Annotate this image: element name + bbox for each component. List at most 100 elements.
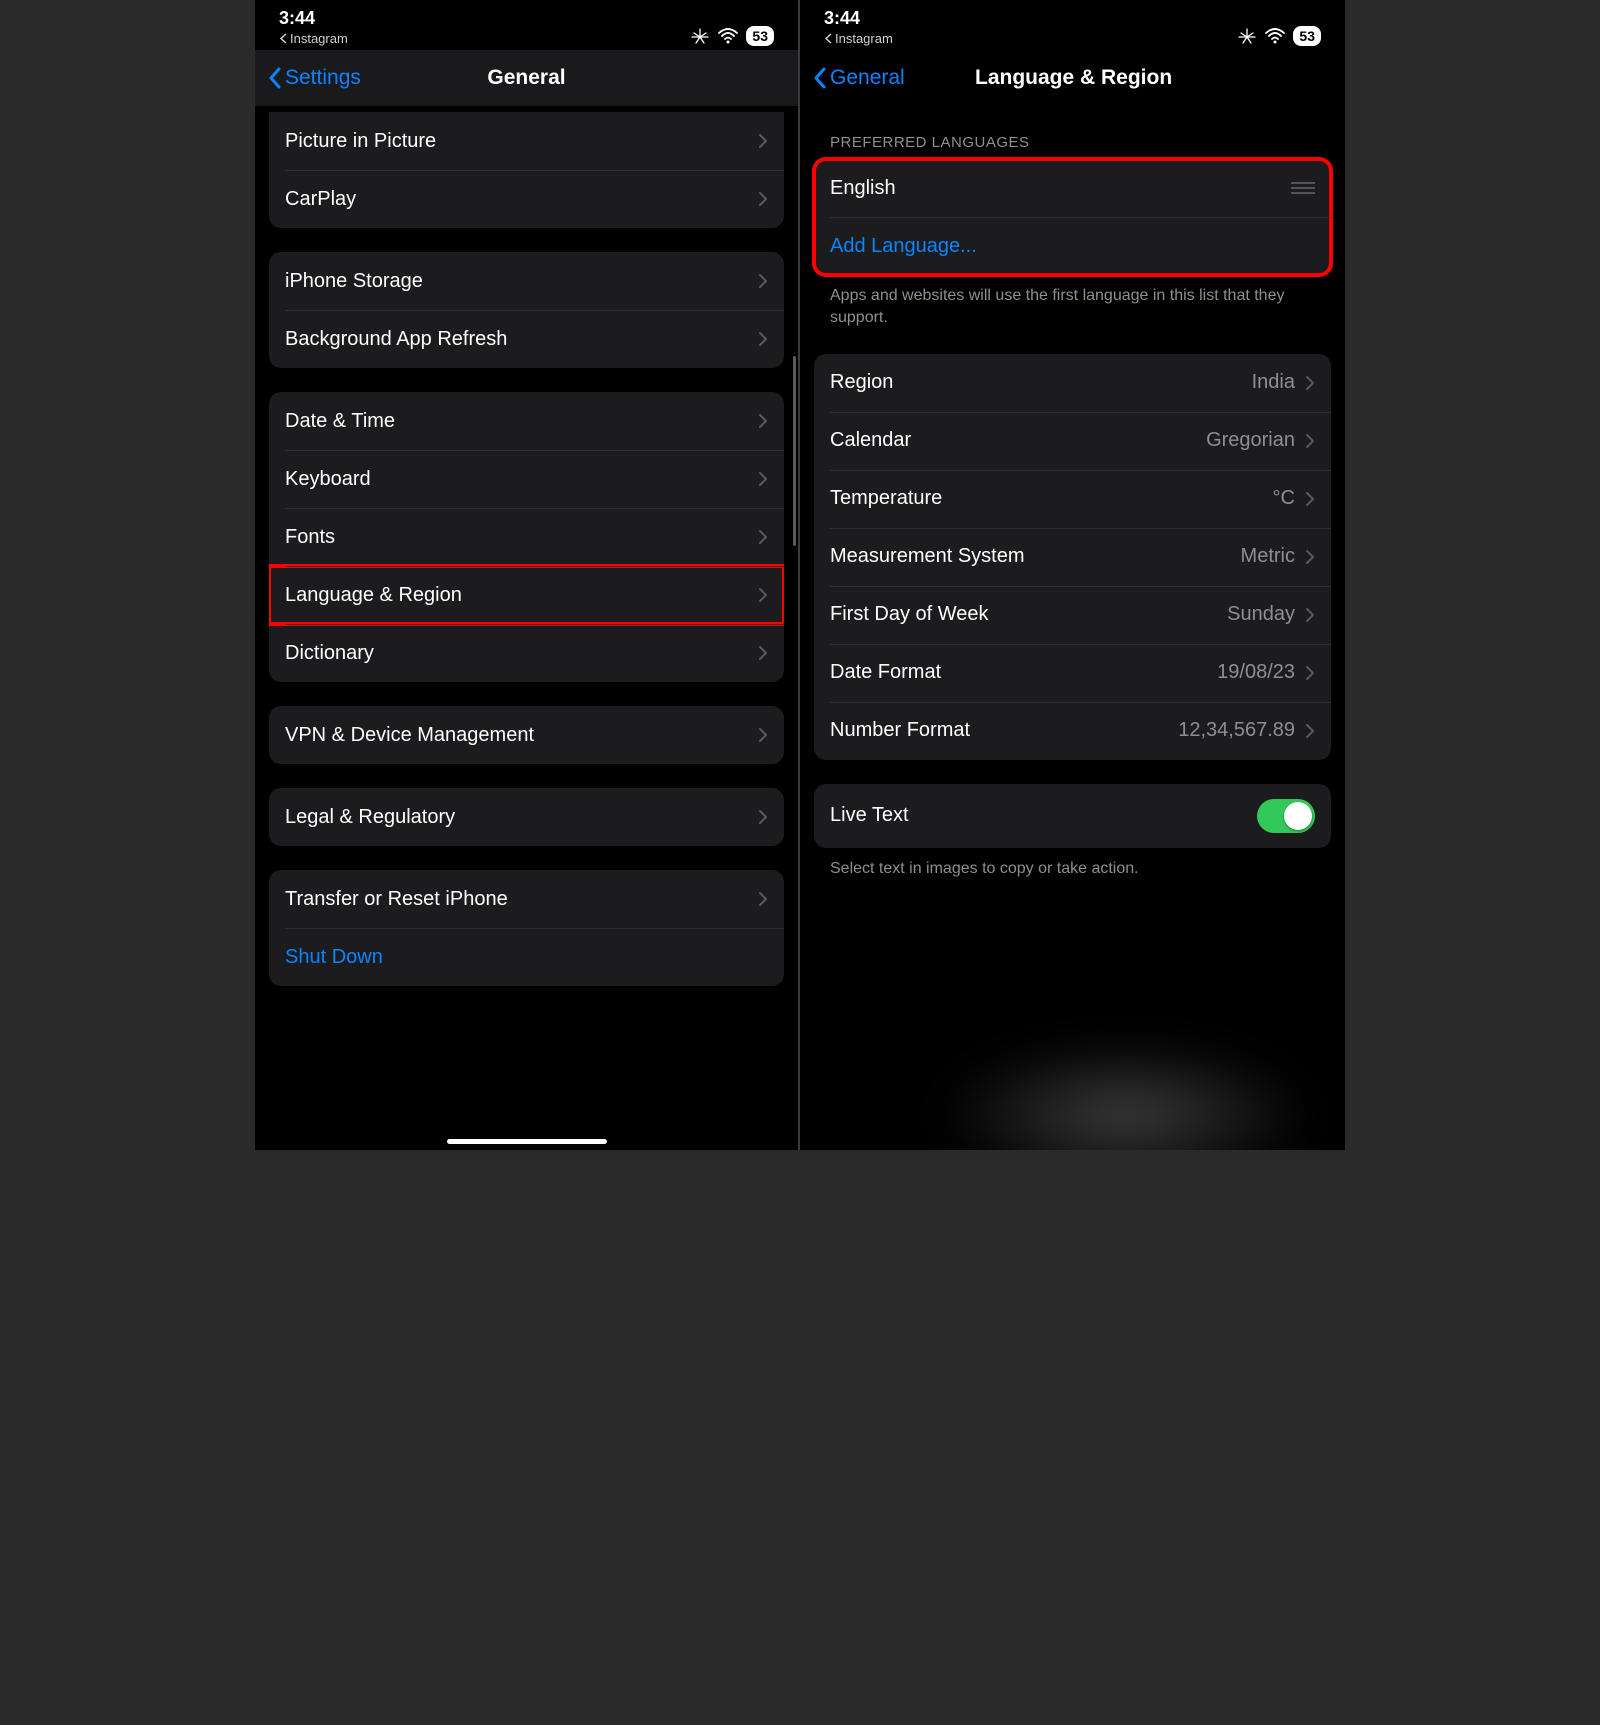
row-label: Date Format	[830, 661, 1217, 684]
row-label: Legal & Regulatory	[285, 806, 758, 829]
live-text-label: Live Text	[830, 804, 1257, 827]
live-text-footer: Select text in images to copy or take ac…	[814, 848, 1331, 880]
chevron-right-icon	[758, 891, 768, 907]
row-label: Background App Refresh	[285, 328, 758, 351]
caret-left-icon	[279, 33, 288, 44]
airplane-mode-icon	[690, 27, 710, 45]
settings-group: Picture in Picture CarPlay	[269, 112, 784, 228]
row-label: Fonts	[285, 526, 758, 549]
region-row-calendar[interactable]: CalendarGregorian	[814, 412, 1331, 470]
back-to-app-instagram[interactable]: Instagram	[279, 31, 348, 46]
settings-row-dictionary[interactable]: Dictionary	[269, 624, 784, 682]
language-region-content: PREFERRED LANGUAGES English Add Language…	[800, 106, 1345, 1150]
chevron-right-icon	[1305, 549, 1315, 565]
chevron-right-icon	[1305, 723, 1315, 739]
caret-left-icon	[824, 33, 833, 44]
settings-row-shut-down[interactable]: Shut Down	[269, 928, 784, 986]
row-label: Transfer or Reset iPhone	[285, 888, 758, 911]
row-label: Dictionary	[285, 642, 758, 665]
row-value: °C	[1273, 487, 1295, 510]
chevron-right-icon	[758, 471, 768, 487]
chevron-right-icon	[758, 587, 768, 603]
region-row-number-format[interactable]: Number Format12,34,567.89	[814, 702, 1331, 760]
nav-bar: Settings General	[255, 50, 798, 106]
row-label: CarPlay	[285, 188, 758, 211]
row-label: Date & Time	[285, 410, 758, 433]
chevron-right-icon	[1305, 607, 1315, 623]
back-button-settings[interactable]: Settings	[267, 66, 361, 90]
settings-row-keyboard[interactable]: Keyboard	[269, 450, 784, 508]
chevron-right-icon	[1305, 665, 1315, 681]
settings-row-language-region[interactable]: Language & Region	[269, 566, 784, 624]
row-label: Shut Down	[285, 946, 768, 969]
settings-row-vpn-device-management[interactable]: VPN & Device Management	[269, 706, 784, 764]
settings-row-fonts[interactable]: Fonts	[269, 508, 784, 566]
settings-group: Date & Time Keyboard Fonts Language & Regio…	[269, 392, 784, 682]
region-settings-group: RegionIndiaCalendarGregorianTemperature°…	[814, 354, 1331, 760]
settings-row-legal-regulatory[interactable]: Legal & Regulatory	[269, 788, 784, 846]
blur-smudge	[935, 1040, 1315, 1150]
chevron-right-icon	[758, 529, 768, 545]
row-label: VPN & Device Management	[285, 724, 758, 747]
settings-row-picture-in-picture[interactable]: Picture in Picture	[269, 112, 784, 170]
settings-group: Transfer or Reset iPhone Shut Down	[269, 870, 784, 986]
chevron-right-icon	[758, 809, 768, 825]
live-text-toggle[interactable]	[1257, 799, 1315, 833]
settings-group: iPhone Storage Background App Refresh	[269, 252, 784, 368]
preferred-languages-header: PREFERRED LANGUAGES	[814, 106, 1331, 159]
status-time: 3:44	[279, 8, 315, 29]
back-to-app-instagram[interactable]: Instagram	[824, 31, 893, 46]
region-row-date-format[interactable]: Date Format19/08/23	[814, 644, 1331, 702]
row-value: 19/08/23	[1217, 661, 1295, 684]
live-text-group: Live Text	[814, 784, 1331, 848]
scrollbar-indicator	[793, 356, 796, 546]
settings-row-iphone-storage[interactable]: iPhone Storage	[269, 252, 784, 310]
row-label: Keyboard	[285, 468, 758, 491]
chevron-right-icon	[758, 273, 768, 289]
row-label: Calendar	[830, 429, 1206, 452]
chevron-right-icon	[758, 133, 768, 149]
phone-general-settings: 3:44 Instagram 53 Settings General Pictu…	[255, 0, 800, 1150]
settings-group: VPN & Device Management	[269, 706, 784, 764]
region-row-region[interactable]: RegionIndia	[814, 354, 1331, 412]
battery-indicator: 53	[1293, 26, 1321, 46]
home-indicator	[447, 1139, 607, 1144]
row-label: Region	[830, 371, 1252, 394]
preferred-languages-group: English Add Language...	[814, 159, 1331, 275]
row-label: Number Format	[830, 719, 1178, 742]
preferred-languages-footer: Apps and websites will use the first lan…	[814, 275, 1331, 330]
row-value: Sunday	[1227, 603, 1295, 626]
region-row-measurement-system[interactable]: Measurement SystemMetric	[814, 528, 1331, 586]
chevron-right-icon	[758, 645, 768, 661]
settings-content: Picture in Picture CarPlay iPhone Storage B…	[255, 106, 798, 1150]
chevron-right-icon	[758, 413, 768, 429]
nav-bar: General Language & Region	[800, 50, 1345, 106]
live-text-row[interactable]: Live Text	[814, 784, 1331, 848]
drag-handle-icon[interactable]	[1291, 182, 1315, 194]
add-language-row[interactable]: Add Language...	[814, 217, 1331, 275]
row-value: Metric	[1241, 545, 1295, 568]
chevron-right-icon	[1305, 375, 1315, 391]
wifi-icon	[1265, 28, 1285, 44]
row-label: Temperature	[830, 487, 1273, 510]
chevron-right-icon	[1305, 491, 1315, 507]
settings-row-transfer-or-reset-iphone[interactable]: Transfer or Reset iPhone	[269, 870, 784, 928]
region-row-first-day-of-week[interactable]: First Day of WeekSunday	[814, 586, 1331, 644]
region-row-temperature[interactable]: Temperature°C	[814, 470, 1331, 528]
row-label: Picture in Picture	[285, 130, 758, 153]
settings-row-background-app-refresh[interactable]: Background App Refresh	[269, 310, 784, 368]
back-button-general[interactable]: General	[812, 66, 905, 90]
settings-row-carplay[interactable]: CarPlay	[269, 170, 784, 228]
phone-language-region: 3:44 Instagram 53 General Language & Reg…	[800, 0, 1345, 1150]
status-bar: 3:44 Instagram 53	[255, 0, 798, 50]
chevron-right-icon	[758, 727, 768, 743]
chevron-left-icon	[812, 66, 828, 90]
airplane-mode-icon	[1237, 27, 1257, 45]
wifi-icon	[718, 28, 738, 44]
settings-group: Legal & Regulatory	[269, 788, 784, 846]
row-label: First Day of Week	[830, 603, 1227, 626]
row-label: iPhone Storage	[285, 270, 758, 293]
settings-row-date-time[interactable]: Date & Time	[269, 392, 784, 450]
language-row-english[interactable]: English	[814, 159, 1331, 217]
language-label: English	[830, 177, 1291, 200]
